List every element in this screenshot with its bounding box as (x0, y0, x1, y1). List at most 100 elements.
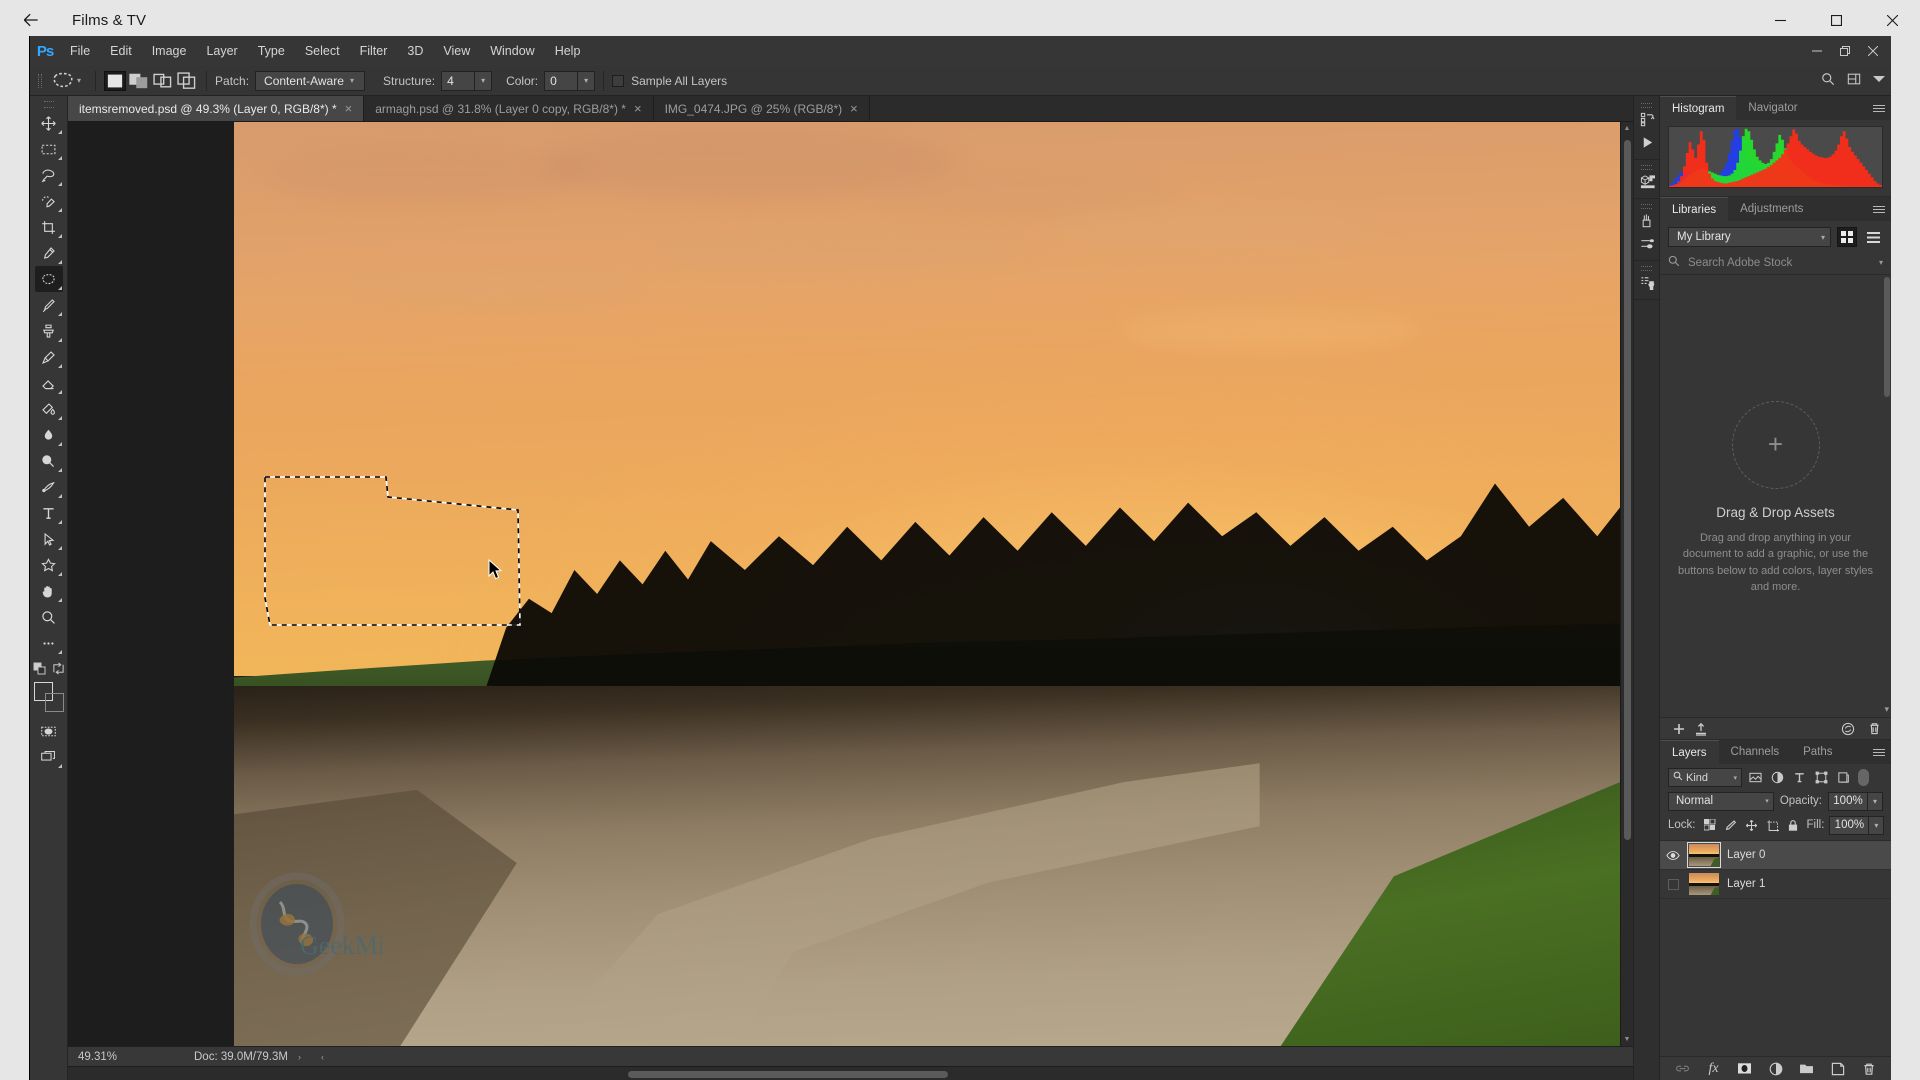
options-bar-grip[interactable] (36, 72, 46, 90)
swap-colors-icon[interactable] (52, 662, 65, 678)
library-select[interactable]: My Library ▾ (1668, 227, 1831, 247)
sidebar-item-zoom-tool[interactable] (35, 604, 63, 630)
tool-preset-caret-icon[interactable]: ▾ (77, 76, 81, 85)
filter-adjustment-icon[interactable] (1768, 768, 1786, 787)
sidebar-item-marquee-tool[interactable] (35, 136, 63, 162)
dock-grip[interactable] (1634, 202, 1659, 209)
panel-menu-icon[interactable] (1873, 740, 1885, 764)
sidebar-item-lasso-tool[interactable] (35, 162, 63, 188)
sidebar-item-patch-tool[interactable] (34, 266, 63, 292)
ps-minimize-button[interactable] (1803, 36, 1831, 66)
upload-icon[interactable] (1690, 718, 1712, 740)
sidebar-item-type-tool[interactable] (35, 500, 63, 526)
scroll-up-icon[interactable]: ▲ (1621, 122, 1633, 135)
filter-type-icon[interactable] (1790, 768, 1808, 787)
close-icon[interactable]: × (634, 102, 642, 115)
sidebar-item-quick-selection-tool[interactable] (35, 188, 63, 214)
tab-navigator[interactable]: Navigator (1736, 96, 1809, 120)
filter-kind-select[interactable]: Kind ▾ (1668, 768, 1742, 787)
layer-thumbnail[interactable] (1689, 873, 1719, 895)
minimize-button[interactable] (1752, 0, 1808, 40)
sidebar-item-edit-toolbar[interactable] (35, 630, 63, 656)
sidebar-item-blur-tool[interactable] (35, 422, 63, 448)
document-tab-armagh[interactable]: armagh.psd @ 31.8% (Layer 0 copy, RGB/8*… (364, 96, 654, 121)
layer-visibility-icon[interactable] (1665, 876, 1681, 892)
vscroll-thumb[interactable] (1624, 140, 1631, 840)
screen-mode-button[interactable] (35, 744, 63, 770)
filter-enable-toggle[interactable] (1858, 769, 1869, 786)
sidebar-item-eraser-tool[interactable] (35, 370, 63, 396)
panel-menu-icon[interactable] (1873, 197, 1885, 221)
lock-position-icon[interactable] (1745, 816, 1758, 834)
filter-shape-icon[interactable] (1812, 768, 1830, 787)
sidebar-item-dodge-tool[interactable] (35, 448, 63, 474)
menu-edit[interactable]: Edit (100, 36, 142, 66)
dock-grip[interactable] (1634, 264, 1659, 271)
chevron-down-icon[interactable]: ▾ (1884, 704, 1889, 715)
fill-stepper[interactable]: ▾ (1869, 815, 1885, 835)
delete-layer-icon[interactable] (1860, 1060, 1877, 1077)
opacity-stepper[interactable]: ▾ (1868, 791, 1883, 811)
canvas-horizontal-scrollbar[interactable] (68, 1066, 1633, 1080)
layer-style-fx-icon[interactable]: fx (1705, 1060, 1722, 1077)
sidebar-item-history-brush-tool[interactable] (35, 344, 63, 370)
new-selection-button[interactable] (104, 70, 127, 91)
actions-icon[interactable] (1634, 108, 1660, 131)
filter-pixel-icon[interactable] (1746, 768, 1764, 787)
tool-presets-icon[interactable] (1634, 271, 1660, 294)
menu-window[interactable]: Window (480, 36, 544, 66)
menu-select[interactable]: Select (295, 36, 350, 66)
new-layer-icon[interactable] (1829, 1060, 1846, 1077)
toolbar-grip[interactable] (30, 98, 67, 110)
sample-all-layers-checkbox[interactable] (612, 74, 625, 87)
lock-all-icon[interactable] (1787, 816, 1799, 834)
ps-close-button[interactable] (1859, 36, 1887, 66)
delete-icon[interactable] (1863, 718, 1885, 740)
canvas-vertical-scrollbar[interactable]: ▲ ▼ (1620, 122, 1633, 1046)
dock-grip[interactable] (1634, 101, 1659, 108)
close-button[interactable] (1864, 0, 1920, 40)
sidebar-item-eyedropper-tool[interactable] (35, 240, 63, 266)
subtract-from-selection-button[interactable] (152, 71, 174, 91)
plus-icon[interactable]: + (1731, 400, 1820, 489)
creative-cloud-icon[interactable] (1837, 718, 1859, 740)
background-color-swatch[interactable] (44, 693, 64, 712)
panel-options-icon[interactable] (1873, 73, 1885, 88)
play-icon[interactable] (1634, 131, 1660, 154)
sample-all-layers-row[interactable]: Sample All Layers (612, 74, 733, 88)
color-stepper[interactable]: ▾ (578, 70, 596, 91)
tab-channels[interactable]: Channels (1719, 740, 1792, 764)
layer-mask-icon[interactable] (1736, 1060, 1753, 1077)
brush-settings-icon[interactable] (1634, 232, 1660, 255)
sidebar-item-custom-shape-tool[interactable] (35, 552, 63, 578)
chevron-down-icon[interactable]: ▾ (1879, 258, 1883, 267)
back-arrow-icon[interactable] (8, 4, 54, 36)
default-colors-icon[interactable] (33, 662, 47, 679)
sidebar-item-path-selection-tool[interactable] (35, 526, 63, 552)
panel-menu-icon[interactable] (1873, 96, 1885, 120)
layer-name[interactable]: Layer 1 (1727, 878, 1765, 890)
sidebar-item-brush-tool[interactable] (35, 292, 63, 318)
sidebar-item-hand-tool[interactable] (35, 578, 63, 604)
tab-libraries[interactable]: Libraries (1660, 197, 1729, 221)
link-layers-icon[interactable] (1674, 1060, 1691, 1077)
lock-artboard-icon[interactable] (1766, 816, 1779, 834)
document-tab-itemsremoved[interactable]: itemsremoved.psd @ 49.3% (Layer 0, RGB/8… (68, 96, 365, 121)
tab-histogram[interactable]: Histogram (1660, 96, 1737, 120)
zoom-level-field[interactable]: 49.31% (68, 1051, 146, 1063)
add-content-icon[interactable] (1668, 718, 1690, 740)
layer-thumbnail[interactable] (1687, 842, 1721, 868)
sidebar-item-move-tool[interactable] (35, 110, 63, 136)
sidebar-item-pen-tool[interactable] (35, 474, 63, 500)
workspace-icon[interactable] (1847, 72, 1861, 89)
status-next-icon[interactable]: › (298, 1052, 301, 1062)
structure-stepper[interactable]: ▾ (475, 70, 493, 91)
grid-view-icon[interactable] (1837, 227, 1857, 247)
patch-tool-preset-icon[interactable] (50, 70, 76, 92)
color-input[interactable]: 0 (544, 70, 579, 91)
tab-layers[interactable]: Layers (1660, 740, 1719, 764)
document-tab-img0474[interactable]: IMG_0474.JPG @ 25% (RGB/8*) × (653, 96, 870, 121)
ps-restore-button[interactable] (1831, 36, 1859, 66)
sidebar-item-crop-tool[interactable] (35, 214, 63, 240)
brush-presets-icon[interactable] (1634, 209, 1660, 232)
